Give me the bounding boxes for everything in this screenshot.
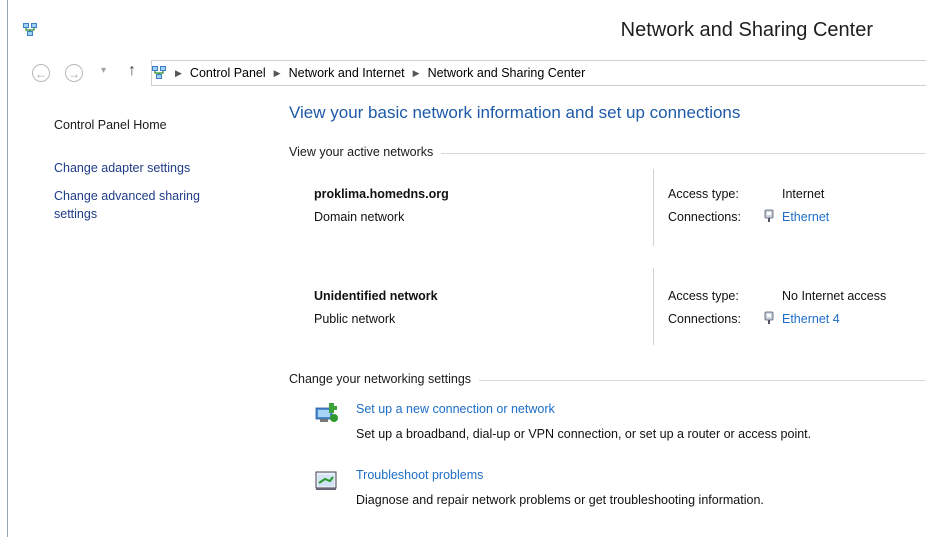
network-category: Public network (314, 312, 396, 326)
ethernet-4-link[interactable]: Ethernet 4 (782, 312, 840, 326)
active-networks-label: View your active networks (289, 145, 442, 159)
network-icon (152, 66, 166, 79)
ethernet-icon (764, 311, 774, 324)
access-type-label: Access type: (668, 289, 739, 303)
networking-settings-label: Change your networking settings (289, 372, 480, 386)
troubleshoot-description: Diagnose and repair network problems or … (356, 493, 764, 507)
chevron-right-icon[interactable]: ▶ (274, 68, 281, 79)
network-icon (23, 23, 37, 36)
change-advanced-sharing-link[interactable]: Change advanced sharing (54, 189, 200, 203)
chevron-right-icon[interactable]: ▶ (413, 68, 420, 79)
chevron-right-icon[interactable]: ▶ (175, 68, 182, 79)
setup-connection-description: Set up a broadband, dial-up or VPN conne… (356, 427, 812, 441)
access-type-value: No Internet access (782, 289, 887, 303)
access-type-label: Access type: (668, 187, 739, 201)
network-name: Unidentified network (314, 289, 438, 303)
chevron-down-icon[interactable]: ▾ (101, 65, 106, 76)
breadcrumb: ▶ Control Panel ▶ Network and Internet ▶… (151, 65, 585, 81)
forward-arrow-icon[interactable]: → (65, 64, 83, 82)
connections-label: Connections: (668, 312, 741, 326)
control-panel-home-link[interactable]: Control Panel Home (54, 118, 167, 132)
troubleshoot-link[interactable]: Troubleshoot problems (356, 468, 483, 482)
troubleshoot-icon (315, 471, 337, 490)
access-type-value: Internet (782, 187, 825, 201)
up-arrow-icon[interactable]: ↑ (128, 62, 136, 80)
page-heading: View your basic network information and … (289, 103, 741, 122)
back-arrow-icon[interactable]: ← (32, 64, 50, 82)
ethernet-link[interactable]: Ethernet (782, 210, 829, 224)
setup-connection-link[interactable]: Set up a new connection or network (356, 402, 555, 416)
network-category: Domain network (314, 210, 405, 224)
ethernet-icon (764, 209, 774, 222)
new-connection-icon (315, 403, 338, 422)
breadcrumb-network-and-internet[interactable]: Network and Internet (289, 66, 405, 80)
connections-label: Connections: (668, 210, 741, 224)
breadcrumb-network-and-sharing-center[interactable]: Network and Sharing Center (428, 66, 586, 80)
network-divider (653, 268, 654, 345)
network-name: proklima.homedns.org (314, 187, 449, 201)
breadcrumb-control-panel[interactable]: Control Panel (190, 66, 266, 80)
change-adapter-settings-link[interactable]: Change adapter settings (54, 161, 190, 175)
change-advanced-sharing-link-cont[interactable]: settings (54, 207, 97, 221)
network-divider (653, 169, 654, 246)
window-title: Network and Sharing Center (620, 19, 873, 41)
